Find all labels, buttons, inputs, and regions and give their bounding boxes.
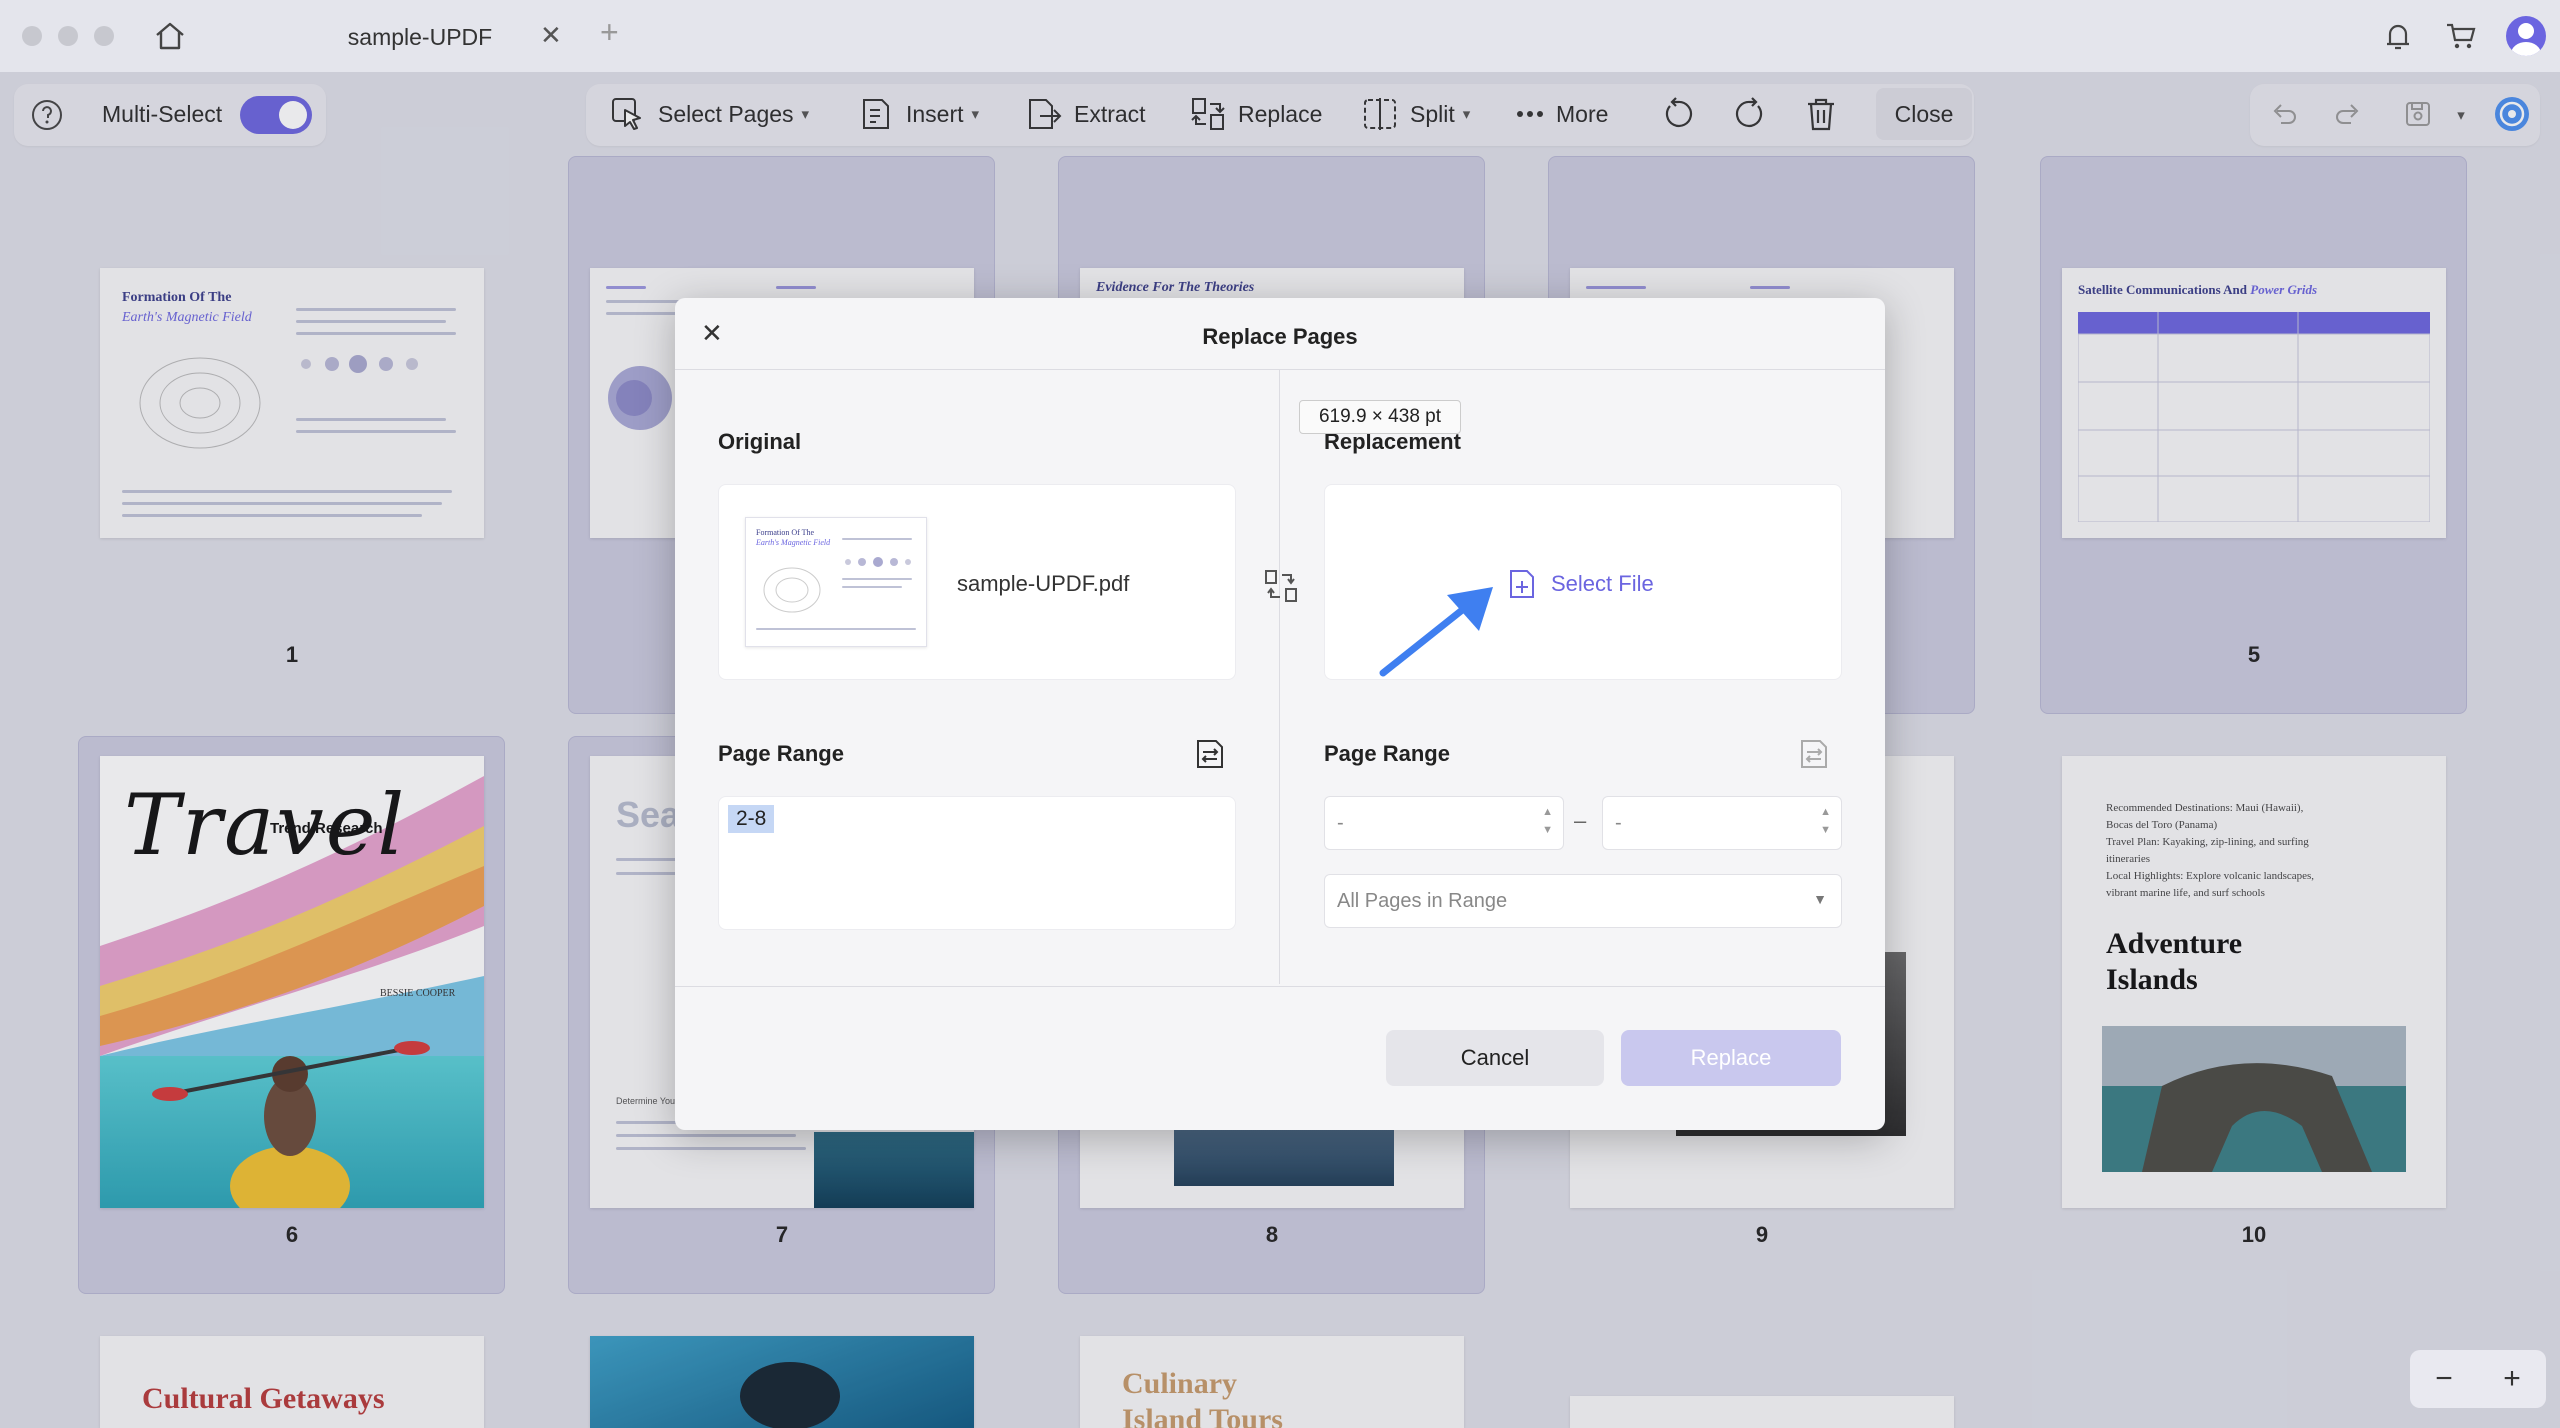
original-range-input[interactable]: 2-8 — [718, 796, 1236, 930]
planet-dots-figure — [845, 557, 911, 567]
tab-title: sample-UPDF — [347, 23, 493, 50]
replace-pages-dialog: ✕ Replace Pages Original Replacement For… — [675, 298, 1885, 1130]
range-from-value: - — [1337, 811, 1344, 834]
original-file-thumbnail: Formation Of The Earth's Magnetic Field — [745, 517, 927, 647]
thumbnail-heading: Formation Of The Earth's Magnetic Field — [756, 528, 831, 547]
zoom-controls: − + — [2410, 1350, 2546, 1408]
range-to-value: - — [1615, 811, 1622, 834]
range-separator: – — [1574, 808, 1587, 833]
replacement-file-dropzone[interactable]: Select File — [1324, 484, 1842, 680]
magnetic-field-figure — [763, 567, 821, 613]
user-avatar[interactable] — [2506, 16, 2546, 56]
stepper-arrows-icon[interactable]: ▲ ▼ — [1542, 803, 1553, 839]
range-options-icon[interactable] — [1795, 734, 1835, 774]
page-subset-select[interactable]: All Pages in Range ▼ — [1324, 874, 1842, 928]
tab-close-button[interactable]: ✕ — [540, 20, 562, 51]
bell-icon[interactable] — [2380, 18, 2416, 54]
divider — [675, 369, 1885, 370]
title-bar: sample-UPDF ✕ + — [0, 0, 2560, 72]
cancel-button[interactable]: Cancel — [1386, 1030, 1604, 1086]
original-file-name: sample-UPDF.pdf — [957, 571, 1130, 596]
range-to-stepper[interactable]: - ▲ ▼ — [1602, 796, 1842, 850]
original-label: Original — [718, 429, 802, 454]
original-page-range-label: Page Range — [718, 741, 844, 766]
replace-confirm-button[interactable]: Replace — [1621, 1030, 1841, 1086]
new-tab-button[interactable]: + — [600, 14, 619, 51]
zoom-out-button[interactable]: − — [2435, 1362, 2453, 1396]
swap-icon[interactable] — [1261, 566, 1301, 606]
window-zoom-control[interactable] — [94, 26, 114, 46]
divider — [1279, 370, 1280, 984]
page-subset-value: All Pages in Range — [1337, 889, 1508, 912]
pointer-arrow-annotation — [1379, 587, 1493, 677]
replacement-page-range-label: Page Range — [1324, 741, 1450, 766]
cart-icon[interactable] — [2442, 18, 2480, 54]
stepper-arrows-icon[interactable]: ▲ ▼ — [1820, 803, 1831, 839]
range-from-stepper[interactable]: - ▲ ▼ — [1324, 796, 1564, 850]
select-file-button[interactable]: Select File — [1507, 567, 1654, 601]
dialog-title: Replace Pages — [1202, 324, 1358, 349]
range-options-icon[interactable] — [1191, 734, 1231, 774]
range-value: 2-8 — [728, 805, 775, 833]
divider — [675, 986, 1885, 987]
document-tab[interactable]: sample-UPDF — [260, 14, 580, 60]
add-file-icon — [1510, 570, 1534, 598]
select-file-label: Select File — [1551, 571, 1654, 596]
size-tooltip: 619.9 × 438 pt — [1299, 400, 1461, 434]
home-icon[interactable] — [150, 18, 190, 54]
original-file-card: Formation Of The Earth's Magnetic Field s… — [718, 484, 1236, 680]
window-minimize-control[interactable] — [58, 26, 78, 46]
zoom-in-button[interactable]: + — [2503, 1362, 2521, 1396]
chevron-down-icon: ▼ — [1813, 891, 1827, 907]
window-close-control[interactable] — [22, 26, 42, 46]
